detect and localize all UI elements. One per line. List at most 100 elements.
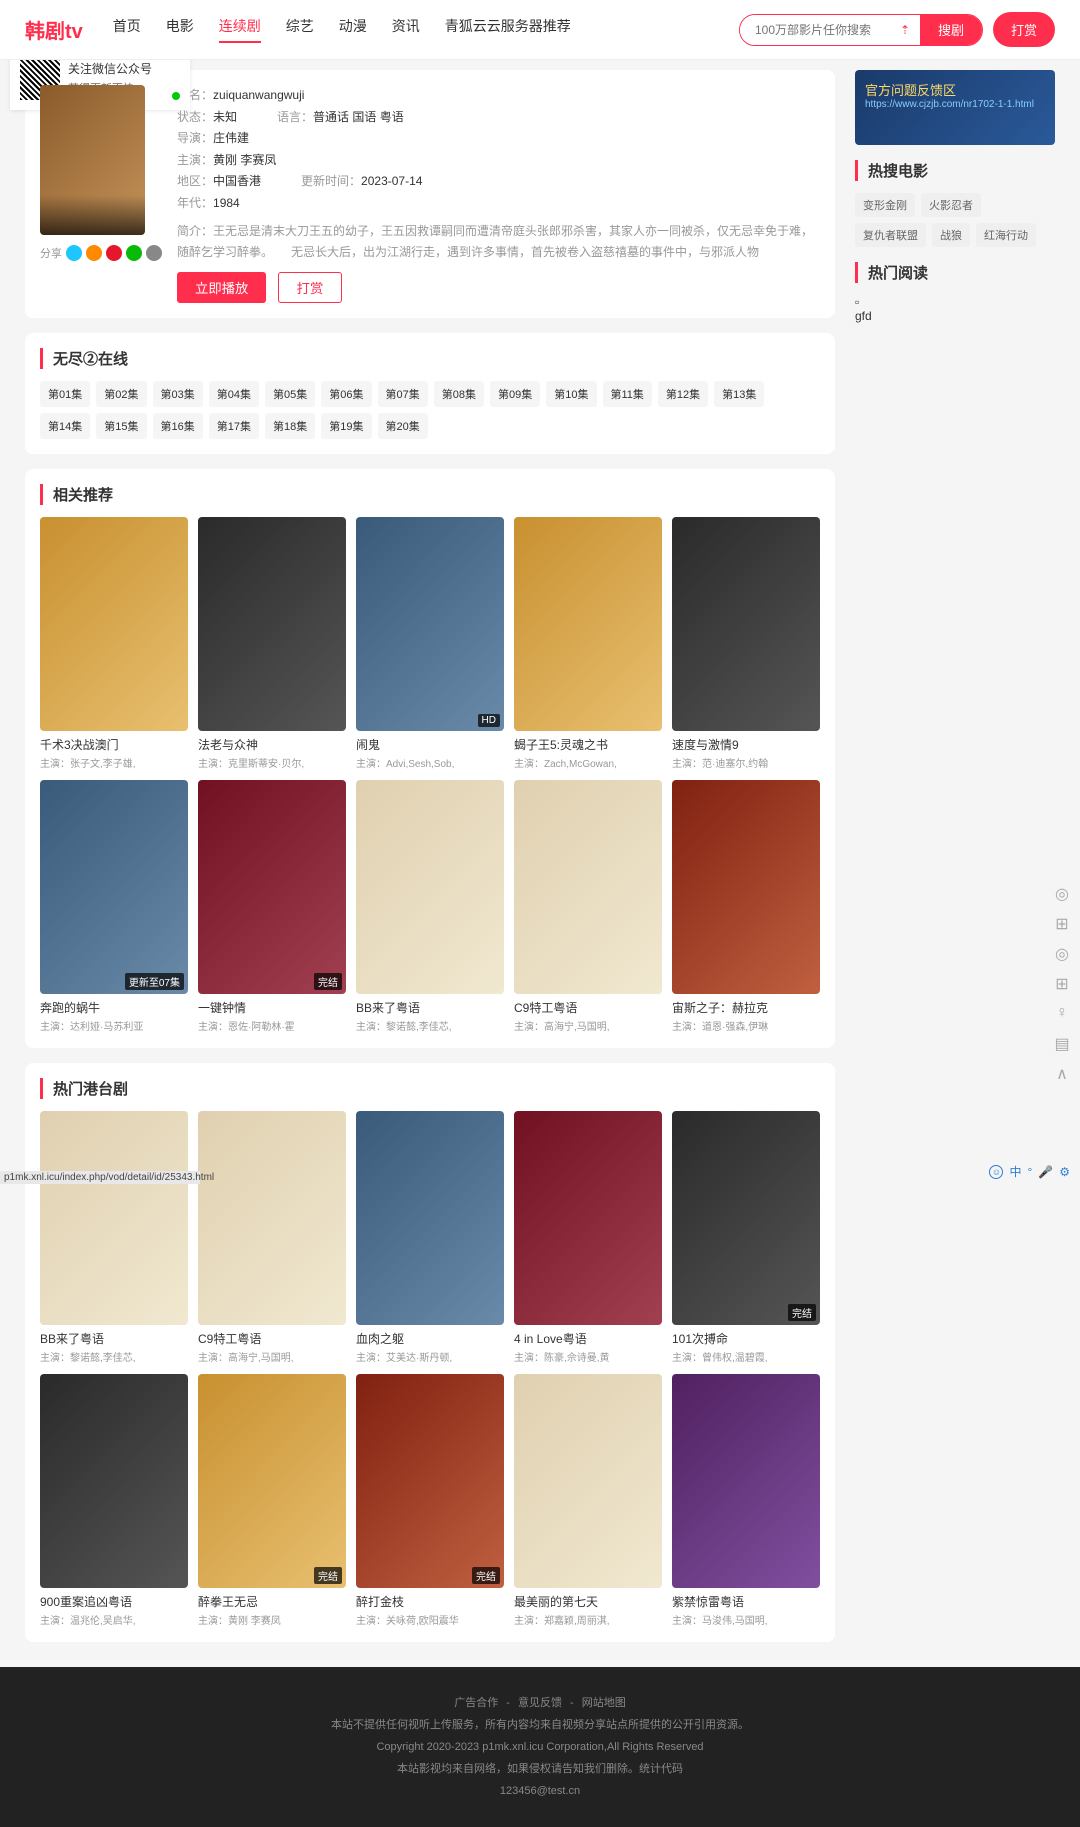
reward-icon[interactable]: ▤ [1052,1034,1072,1054]
hot-tag[interactable]: 红海行动 [976,223,1036,247]
nav-item[interactable]: 电影 [166,16,194,43]
video-item[interactable]: 紫禁惊雷粤语主演：马浚伟,马国明, [672,1374,820,1627]
video-poster [672,517,820,731]
episode-item[interactable]: 第01集 [40,381,90,407]
video-item[interactable]: 4 in Love粤语主演：陈豪,佘诗曼,黄 [514,1111,662,1364]
episode-item[interactable]: 第13集 [714,381,764,407]
share-red-icon[interactable] [106,245,122,261]
grid-icon[interactable]: ⊞ [1052,974,1072,994]
hot-tag[interactable]: 火影忍者 [921,193,981,217]
video-item[interactable]: 速度与激情9主演：范·迪塞尔,约翰 [672,517,820,770]
episode-item[interactable]: 第11集 [603,381,652,407]
video-item[interactable]: 900重案追凶粤语主演：温兆伦,吴启华, [40,1374,188,1627]
episode-item[interactable]: 第16集 [153,413,203,439]
video-badge: HD [478,714,500,727]
video-item[interactable]: 法老与众神主演：克里斯蒂安·贝尔, [198,517,346,770]
video-cast: 主演：道恩·强森,伊琳 [672,1018,820,1033]
video-item[interactable]: 完结醉打金枝主演：关咏荷,欧阳震华 [356,1374,504,1627]
scroll-top-icon[interactable]: ∧ [1052,1064,1072,1084]
grid-icon-2[interactable]: ⊞ [1052,914,1072,934]
reward-button[interactable]: 打赏 [993,12,1055,47]
episode-item[interactable]: 第02集 [96,381,146,407]
share-row: 分享 [40,245,162,261]
nav-item[interactable]: 综艺 [286,16,314,43]
video-title: 宙斯之子：赫拉克 [672,999,820,1016]
nav-item[interactable]: 动漫 [339,16,367,43]
video-title: 法老与众神 [198,736,346,753]
hot-tag[interactable]: 复仇者联盟 [855,223,926,247]
footer-link[interactable]: 意见反馈 [518,1697,562,1709]
lang-label: 语言： [277,110,313,124]
episode-item[interactable]: 第09集 [490,381,540,407]
episode-item[interactable]: 第14集 [40,413,90,439]
favorite-button[interactable]: 打赏 [278,272,343,303]
wechat-title: 关注微信公众号 [68,60,152,77]
video-item[interactable]: 最美丽的第七天主演：郑嘉颖,周丽淇, [514,1374,662,1627]
share-wechat-icon[interactable] [126,245,142,261]
search-button[interactable]: 搜剧 [920,15,982,45]
weibo-icon[interactable]: ◎ [1052,944,1072,964]
video-badge: 完结 [788,1304,816,1321]
footer-link[interactable]: 网站地图 [582,1697,626,1709]
video-item[interactable]: C9特工粤语主演：高海宁,马国明, [514,780,662,1033]
trending-icon[interactable]: ⇡ [890,15,920,45]
video-item[interactable]: 血肉之躯主演：艾美达·斯丹顿, [356,1111,504,1364]
episode-item[interactable]: 第03集 [153,381,203,407]
video-item[interactable]: 完结一键钟情主演：恩佐·阿勒林·霍 [198,780,346,1033]
logo[interactable]: 韩剧tv [25,15,83,44]
episode-item[interactable]: 第10集 [546,381,596,407]
episode-item[interactable]: 第20集 [378,413,428,439]
video-poster [672,1374,820,1588]
ime-punct-icon[interactable]: ° [1027,1165,1032,1179]
hot-tag[interactable]: 变形金刚 [855,193,915,217]
banner-line2: https://www.cjzjb.com/nr1702-1-1.html [865,99,1045,110]
video-poster [514,780,662,994]
episode-item[interactable]: 第17集 [209,413,259,439]
main-poster[interactable] [40,85,145,235]
share-weibo-icon[interactable] [86,245,102,261]
nav-item[interactable]: 资讯 [392,16,420,43]
video-item[interactable]: 完结醉拳王无忌主演：黄刚 李赛凤 [198,1374,346,1627]
video-cast: 主演：黄刚 李赛凤 [198,1612,346,1627]
episode-item[interactable]: 第19集 [321,413,371,439]
lightbulb-icon[interactable]: ♀ [1052,1004,1072,1024]
video-item[interactable]: BB来了粤语主演：黎诺懿,李佳芯, [356,780,504,1033]
nav-item[interactable]: 青狐云云服务器推荐 [445,16,571,43]
related-card: 相关推荐 千术3决战澳门主演：张子文,李子雄,法老与众神主演：克里斯蒂安·贝尔,… [25,469,835,1048]
ime-smile-icon[interactable]: ☺ [989,1165,1003,1179]
video-item[interactable]: HD闹鬼主演：Advi,Sesh,Sob, [356,517,504,770]
video-item[interactable]: 更新至07集奔跑的蜗牛主演：达利娅·马苏利亚 [40,780,188,1033]
video-item[interactable]: 完结101次搏命主演：曾伟权,温碧霞, [672,1111,820,1364]
hot-read-item[interactable]: ▫ gfd [855,295,1055,323]
episode-item[interactable]: 第04集 [209,381,259,407]
region-value: 中国香港 [213,174,261,188]
ime-lang[interactable]: 中 [1009,1163,1021,1180]
share-more-icon[interactable] [146,245,162,261]
ime-mic-icon[interactable]: 🎤 [1038,1165,1053,1179]
video-item[interactable]: 宙斯之子：赫拉克主演：道恩·强森,伊琳 [672,780,820,1033]
main-nav: 首页电影连续剧综艺动漫资讯青狐云云服务器推荐 [113,16,571,43]
episode-item[interactable]: 第06集 [321,381,371,407]
play-button[interactable]: 立即播放 [177,272,266,303]
video-item[interactable]: 千术3决战澳门主演：张子文,李子雄, [40,517,188,770]
episode-item[interactable]: 第08集 [434,381,484,407]
video-item[interactable]: BB来了粤语主演：黎诺懿,李佳芯, [40,1111,188,1364]
video-item[interactable]: 蝎子王5:灵魂之书主演：Zach,McGowan, [514,517,662,770]
search-input[interactable] [740,15,890,45]
video-cast: 主演：艾美达·斯丹顿, [356,1349,504,1364]
ime-settings-icon[interactable]: ⚙ [1059,1165,1070,1179]
hot-tag[interactable]: 战狼 [932,223,970,247]
episode-item[interactable]: 第05集 [265,381,315,407]
video-item[interactable]: C9特工粤语主演：高海宁,马国明, [198,1111,346,1364]
share-qq-icon[interactable] [66,245,82,261]
side-banner[interactable]: 官方问题反馈区 https://www.cjzjb.com/nr1702-1-1… [855,70,1055,145]
footer-link[interactable]: 广告合作 [454,1697,498,1709]
nav-item[interactable]: 首页 [113,16,141,43]
episode-item[interactable]: 第18集 [265,413,315,439]
episode-item[interactable]: 第12集 [658,381,708,407]
episode-item[interactable]: 第15集 [96,413,146,439]
weibo-icon-2[interactable]: ◎ [1052,884,1072,904]
video-poster [40,1374,188,1588]
nav-item[interactable]: 连续剧 [219,16,261,43]
episode-item[interactable]: 第07集 [378,381,428,407]
